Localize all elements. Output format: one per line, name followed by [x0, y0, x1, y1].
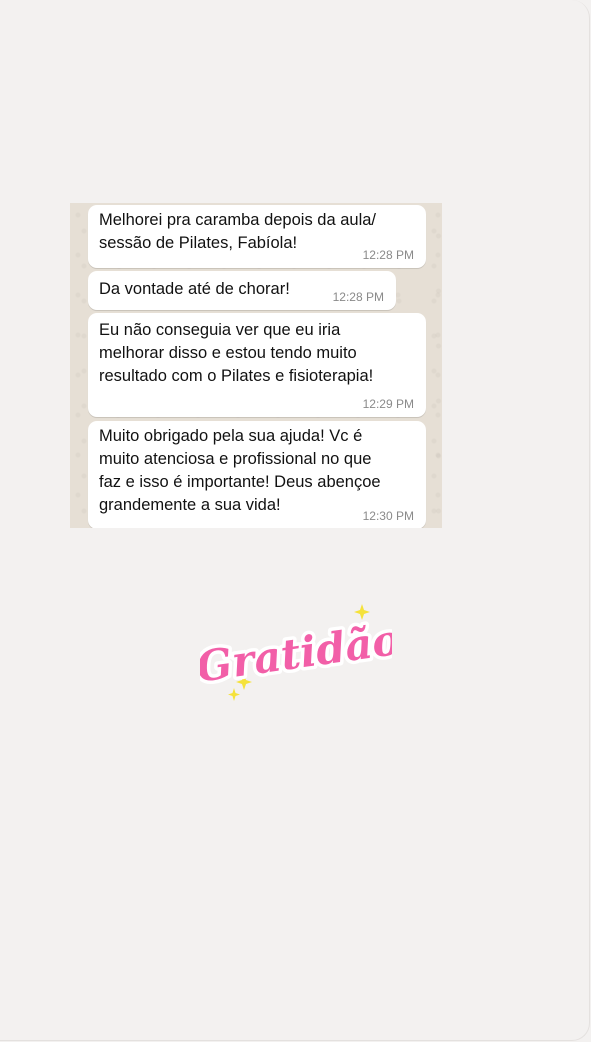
gratidao-sticker-graphic: Gratidão Gratidão [200, 604, 392, 701]
sticker-text: Gratidão [200, 615, 392, 692]
message-timestamp: 12:30 PM [362, 509, 414, 523]
message-bubble: Muito obrigado pela sua ajuda! Vc é muit… [88, 421, 426, 528]
message-timestamp: 12:28 PM [332, 290, 384, 304]
message-text: Eu não conseguia ver que eu iria melhora… [99, 321, 374, 385]
gratidao-sticker[interactable]: Gratidão Gratidão [200, 596, 392, 708]
chat-screenshot: Melhorei pra caramba depois da aula/ ses… [70, 203, 442, 528]
message-text: Muito obrigado pela sua ajuda! Vc é muit… [99, 427, 381, 514]
message-bubble: Eu não conseguia ver que eu iria melhora… [88, 313, 426, 417]
message-bubble: Da vontade até de chorar! 12:28 PM [88, 271, 396, 310]
message-bubble: Melhorei pra caramba depois da aula/ ses… [88, 205, 426, 268]
message-timestamp: 12:28 PM [362, 248, 414, 262]
message-timestamp: 12:29 PM [362, 397, 414, 411]
